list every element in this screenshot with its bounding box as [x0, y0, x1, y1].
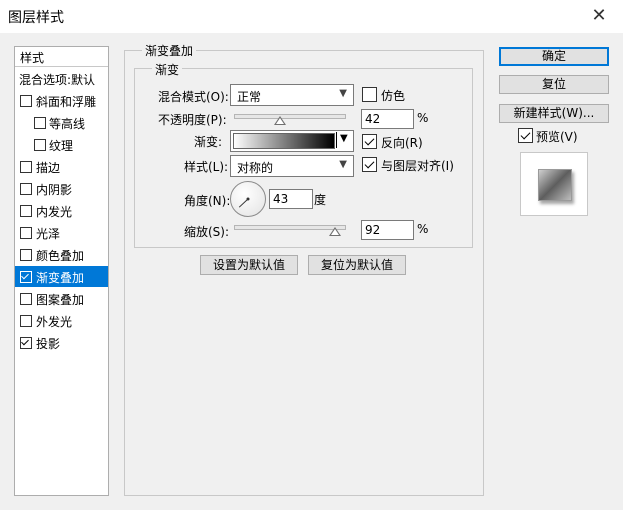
blend-mode-select[interactable]: 正常 ▼ — [230, 84, 354, 106]
style-item-checkbox[interactable] — [20, 249, 32, 261]
style-item-label: 等高线 — [49, 117, 86, 131]
style-item[interactable]: 内发光 — [15, 200, 108, 221]
dropdown-triangle-icon: ▼ — [340, 133, 348, 144]
reverse-label: 反向(R) — [381, 136, 423, 150]
style-item[interactable]: 描边 — [15, 156, 108, 177]
preview-checkbox[interactable] — [518, 128, 533, 143]
reset-default-button[interactable]: 复位为默认值 — [308, 255, 406, 275]
style-item-checkbox[interactable] — [20, 183, 32, 195]
ok-button[interactable]: 确定 — [499, 47, 609, 66]
angle-value: 43 — [273, 192, 289, 206]
style-item-label: 颜色叠加 — [36, 249, 85, 263]
style-item-label: 投影 — [36, 337, 61, 351]
style-item-checkbox[interactable] — [20, 315, 32, 327]
style-label: 样式(L): — [184, 160, 229, 174]
style-value: 对称的 — [237, 161, 274, 175]
preview-thumbnail — [520, 152, 588, 216]
style-item-checkbox[interactable] — [34, 117, 46, 129]
dither-checkbox[interactable] — [362, 87, 377, 102]
style-item[interactable]: 混合选项:默认 — [15, 68, 108, 89]
style-item-checkbox[interactable] — [20, 271, 32, 283]
opacity-slider-track[interactable] — [234, 114, 346, 119]
style-item-checkbox[interactable] — [20, 293, 32, 305]
align-with-layer-checkbox[interactable] — [362, 157, 377, 172]
blend-mode-label: 混合模式(O): — [158, 90, 229, 104]
style-item-label: 内阴影 — [36, 183, 73, 197]
gradient-picker[interactable]: ▼ — [230, 130, 354, 152]
scale-unit: % — [417, 222, 429, 236]
scale-label: 缩放(S): — [184, 225, 230, 239]
title-bar — [0, 0, 623, 33]
gradient-swatch[interactable] — [233, 133, 335, 149]
style-item-label: 斜面和浮雕 — [36, 95, 97, 109]
style-item[interactable]: 投影 — [15, 332, 108, 353]
style-item[interactable]: 光泽 — [15, 222, 108, 243]
chevron-down-icon: ▼ — [339, 88, 347, 99]
styles-header-label: 样式 — [20, 51, 45, 65]
style-item[interactable]: 外发光 — [15, 310, 108, 331]
gradient-overlay-title: 渐变叠加 — [142, 42, 197, 59]
angle-unit: 度 — [314, 193, 327, 207]
style-item-label: 外发光 — [36, 315, 73, 329]
style-item[interactable]: 图案叠加 — [15, 288, 108, 309]
gradient-subgroup-title: 渐变 — [152, 61, 183, 78]
gradient-label: 渐变: — [194, 135, 223, 149]
opacity-value: 42 — [365, 112, 381, 126]
style-item-label: 渐变叠加 — [36, 271, 85, 285]
dither-label: 仿色 — [381, 89, 406, 103]
style-item-label: 纹理 — [49, 139, 74, 153]
style-item-checkbox[interactable] — [20, 205, 32, 217]
style-item[interactable]: 纹理 — [15, 134, 108, 155]
chevron-down-icon: ▼ — [339, 159, 347, 170]
reset-button[interactable]: 复位 — [499, 75, 609, 94]
style-item-checkbox[interactable] — [20, 337, 32, 349]
style-item-label: 内发光 — [36, 205, 73, 219]
close-icon[interactable]: ✕ — [586, 3, 612, 29]
styles-list-panel: 样式 混合选项:默认斜面和浮雕等高线纹理描边内阴影内发光光泽颜色叠加渐变叠加图案… — [14, 46, 109, 496]
reverse-checkbox[interactable] — [362, 134, 377, 149]
scale-input[interactable]: 92 — [361, 220, 414, 240]
style-item-label: 光泽 — [36, 227, 61, 241]
blend-mode-value: 正常 — [237, 90, 262, 104]
style-item[interactable]: 斜面和浮雕 — [15, 90, 108, 111]
style-item[interactable]: 内阴影 — [15, 178, 108, 199]
style-item-checkbox[interactable] — [20, 227, 32, 239]
new-style-button[interactable]: 新建样式(W)... — [499, 104, 609, 123]
align-with-layer-label: 与图层对齐(I) — [381, 159, 454, 173]
preview-swatch — [538, 169, 572, 201]
style-item[interactable]: 颜色叠加 — [15, 244, 108, 265]
angle-dial[interactable] — [230, 181, 266, 217]
set-default-button[interactable]: 设置为默认值 — [200, 255, 298, 275]
opacity-input[interactable]: 42 — [361, 109, 414, 129]
styles-list-header[interactable]: 样式 — [15, 47, 108, 67]
style-item[interactable]: 等高线 — [15, 112, 108, 133]
style-item-checkbox[interactable] — [20, 95, 32, 107]
style-select[interactable]: 对称的 ▼ — [230, 155, 354, 177]
scale-value: 92 — [365, 223, 381, 237]
style-item-label: 图案叠加 — [36, 293, 85, 307]
style-item-checkbox[interactable] — [20, 161, 32, 173]
angle-indicator-icon — [238, 197, 250, 208]
style-item-label: 混合选项:默认 — [19, 73, 96, 87]
style-item[interactable]: 渐变叠加 — [15, 266, 108, 287]
scale-slider-thumb[interactable] — [329, 227, 342, 236]
opacity-unit: % — [417, 111, 429, 125]
preview-label: 预览(V) — [536, 130, 578, 144]
window-title: 图层样式 — [8, 10, 64, 26]
style-item-checkbox[interactable] — [34, 139, 46, 151]
angle-input[interactable]: 43 — [269, 189, 313, 209]
opacity-label: 不透明度(P): — [158, 113, 227, 127]
gradient-dropdown-button[interactable]: ▼ — [336, 132, 352, 148]
angle-label: 角度(N): — [184, 194, 231, 208]
opacity-slider-thumb[interactable] — [274, 116, 287, 125]
style-item-label: 描边 — [36, 161, 61, 175]
